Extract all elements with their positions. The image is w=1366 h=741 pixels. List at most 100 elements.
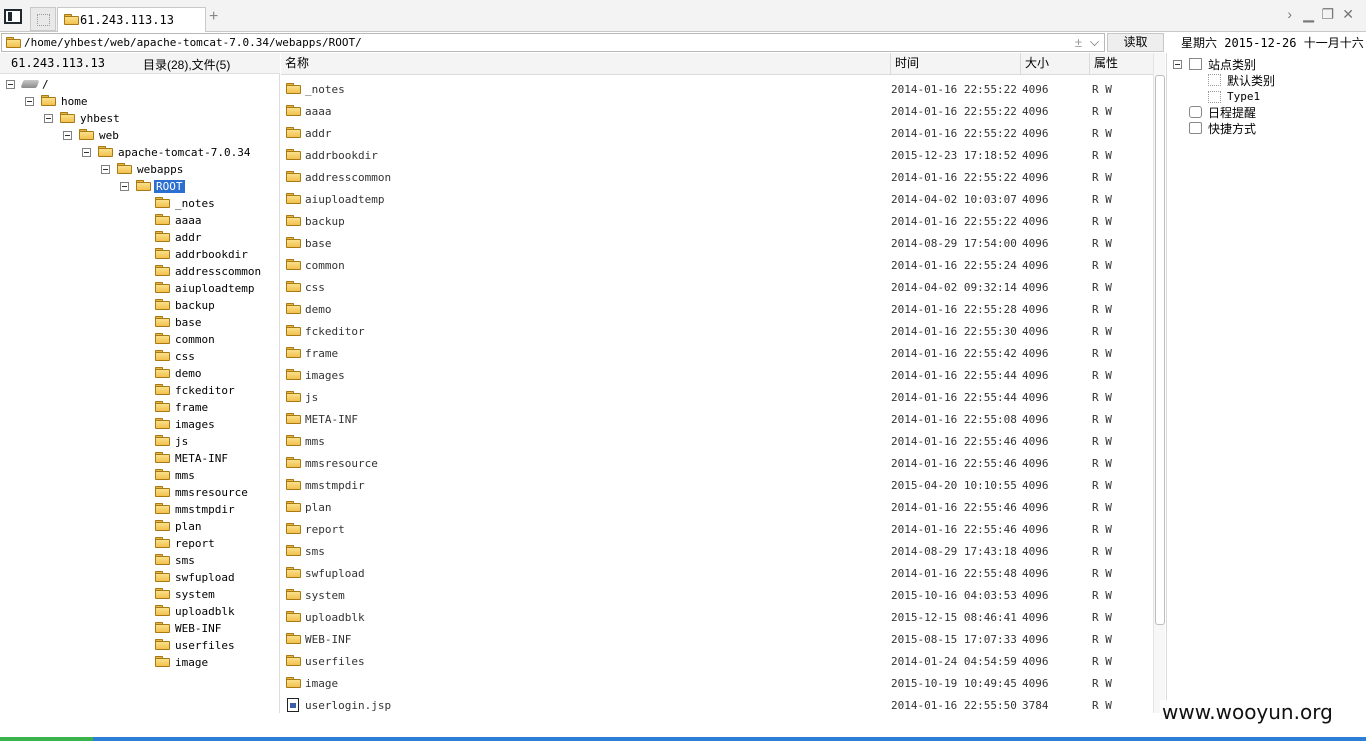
tree-item[interactable]: apache-tomcat-7.0.34 (0, 145, 278, 162)
file-row[interactable]: mms 2014-01-16 22:55:46 4096 R W (281, 430, 1153, 452)
folder-icon (286, 413, 301, 424)
plus-minus-icon[interactable]: ± (1075, 35, 1082, 50)
file-row[interactable]: addresscommon 2014-01-16 22:55:22 4096 R W (281, 166, 1153, 188)
collapse-icon[interactable] (120, 182, 129, 191)
tree-item[interactable]: plan (0, 519, 278, 536)
file-row[interactable]: mmsresource 2014-01-16 22:55:46 4096 R W (281, 452, 1153, 474)
column-size[interactable]: 大小 (1020, 53, 1089, 74)
tree-item[interactable]: fckeditor (0, 383, 278, 400)
tree-item[interactable]: / (0, 77, 278, 94)
file-row[interactable]: uploadblk 2015-12-15 08:46:41 4096 R W (281, 606, 1153, 628)
tab-active[interactable]: 61.243.113.13 (57, 7, 206, 33)
scrollbar-thumb[interactable] (1155, 75, 1165, 625)
shortcuts[interactable]: 快捷方式 (1208, 120, 1256, 137)
file-row[interactable]: fckeditor 2014-01-16 22:55:30 4096 R W (281, 320, 1153, 342)
minimize-icon[interactable]: ▁ (1303, 6, 1314, 23)
column-attr[interactable]: 属性 (1089, 53, 1153, 74)
tree-item[interactable]: addr (0, 230, 278, 247)
file-row[interactable]: addrbookdir 2015-12-23 17:18:52 4096 R W (281, 144, 1153, 166)
file-name: css (305, 281, 325, 294)
tree-item[interactable]: js (0, 434, 278, 451)
tree-item[interactable]: uploadblk (0, 604, 278, 621)
collapse-icon[interactable] (82, 148, 91, 157)
file-row[interactable]: _notes 2014-01-16 22:55:22 4096 R W (281, 78, 1153, 100)
type1-category[interactable]: Type1 (1227, 90, 1260, 103)
tree-item[interactable]: yhbest (0, 111, 278, 128)
site-category[interactable]: 站点类别 (1208, 56, 1256, 73)
column-time[interactable]: 时间 (890, 53, 1020, 74)
read-button[interactable]: 读取 (1107, 33, 1164, 52)
tree-item[interactable]: sms (0, 553, 278, 570)
file-row[interactable]: sms 2014-08-29 17:43:18 4096 R W (281, 540, 1153, 562)
tree-item[interactable]: aaaa (0, 213, 278, 230)
file-row[interactable]: userlogin.jsp 2014-01-16 22:55:50 3784 R W (281, 694, 1153, 716)
tree-item[interactable]: webapps (0, 162, 278, 179)
tree-item[interactable]: report (0, 536, 278, 553)
file-row[interactable]: images 2014-01-16 22:55:44 4096 R W (281, 364, 1153, 386)
file-row[interactable]: image 2015-10-19 10:49:45 4096 R W (281, 672, 1153, 694)
chevron-down-icon[interactable] (1090, 37, 1099, 46)
tree-item[interactable]: base (0, 315, 278, 332)
collapse-icon[interactable] (63, 131, 72, 140)
tree-item[interactable]: system (0, 587, 278, 604)
file-row[interactable]: system 2015-10-16 04:03:53 4096 R W (281, 584, 1153, 606)
file-row[interactable]: mmstmpdir 2015-04-20 10:10:55 4096 R W (281, 474, 1153, 496)
folder-icon (286, 391, 301, 402)
file-row[interactable]: report 2014-01-16 22:55:46 4096 R W (281, 518, 1153, 540)
collapse-icon[interactable] (25, 97, 34, 106)
tree-item[interactable]: ROOT (0, 179, 278, 196)
tree-item[interactable]: META-INF (0, 451, 278, 468)
tree-item[interactable]: _notes (0, 196, 278, 213)
file-row[interactable]: backup 2014-01-16 22:55:22 4096 R W (281, 210, 1153, 232)
tree-item[interactable]: frame (0, 400, 278, 417)
collapse-icon[interactable] (1173, 60, 1182, 69)
tree-item[interactable]: common (0, 332, 278, 349)
tree-item[interactable]: mmstmpdir (0, 502, 278, 519)
close-icon[interactable]: ✕ (1342, 6, 1354, 23)
file-row[interactable]: frame 2014-01-16 22:55:42 4096 R W (281, 342, 1153, 364)
tree-item[interactable]: demo (0, 366, 278, 383)
tree-item[interactable]: swfupload (0, 570, 278, 587)
panel-toggle-icon[interactable] (4, 9, 22, 24)
vertical-scrollbar[interactable] (1153, 53, 1165, 713)
tree-item[interactable]: css (0, 349, 278, 366)
tree-item[interactable]: image (0, 655, 278, 672)
tab-blank[interactable] (30, 7, 56, 31)
file-row[interactable]: aiuploadtemp 2014-04-02 10:03:07 4096 R W (281, 188, 1153, 210)
tree-item[interactable]: addrbookdir (0, 247, 278, 264)
tree-item[interactable]: userfiles (0, 638, 278, 655)
restore-icon[interactable]: ❐ (1321, 6, 1334, 23)
tree-item[interactable]: backup (0, 298, 278, 315)
collapse-icon[interactable] (101, 165, 110, 174)
file-row[interactable]: base 2014-08-29 17:54:00 4096 R W (281, 232, 1153, 254)
file-row[interactable]: WEB-INF 2015-08-15 17:07:33 4096 R W (281, 628, 1153, 650)
default-category[interactable]: 默认类别 (1227, 72, 1275, 89)
tree-item[interactable]: home (0, 94, 278, 111)
schedule-reminder[interactable]: 日程提醒 (1208, 104, 1256, 121)
tree-item[interactable]: mms (0, 468, 278, 485)
file-row[interactable]: swfupload 2014-01-16 22:55:48 4096 R W (281, 562, 1153, 584)
file-row[interactable]: css 2014-04-02 09:32:14 4096 R W (281, 276, 1153, 298)
file-row[interactable]: addr 2014-01-16 22:55:22 4096 R W (281, 122, 1153, 144)
column-name[interactable]: 名称 (281, 53, 890, 74)
path-input[interactable]: /home/yhbest/web/apache-tomcat-7.0.34/we… (1, 33, 1105, 52)
file-row[interactable]: aaaa 2014-01-16 22:55:22 4096 R W (281, 100, 1153, 122)
file-size: 4096 (1022, 523, 1049, 536)
tree-item[interactable]: WEB-INF (0, 621, 278, 638)
tree-item[interactable]: aiuploadtemp (0, 281, 278, 298)
file-row[interactable]: plan 2014-01-16 22:55:46 4096 R W (281, 496, 1153, 518)
tree-item[interactable]: images (0, 417, 278, 434)
collapse-icon[interactable] (44, 114, 53, 123)
add-tab-button[interactable]: + (209, 8, 218, 26)
file-row[interactable]: userfiles 2014-01-24 04:54:59 4096 R W (281, 650, 1153, 672)
file-row[interactable]: js 2014-01-16 22:55:44 4096 R W (281, 386, 1153, 408)
file-row[interactable]: demo 2014-01-16 22:55:28 4096 R W (281, 298, 1153, 320)
forward-arrow-icon[interactable]: › (1287, 6, 1292, 22)
tree-item[interactable]: mmsresource (0, 485, 278, 502)
file-row[interactable]: common 2014-01-16 22:55:24 4096 R W (281, 254, 1153, 276)
tree-item[interactable]: addresscommon (0, 264, 278, 281)
tree-item[interactable]: web (0, 128, 278, 145)
tab-bar: 61.243.113.13 + › ▁ ❐ ✕ (0, 0, 1366, 33)
collapse-icon[interactable] (6, 80, 15, 89)
file-row[interactable]: META-INF 2014-01-16 22:55:08 4096 R W (281, 408, 1153, 430)
